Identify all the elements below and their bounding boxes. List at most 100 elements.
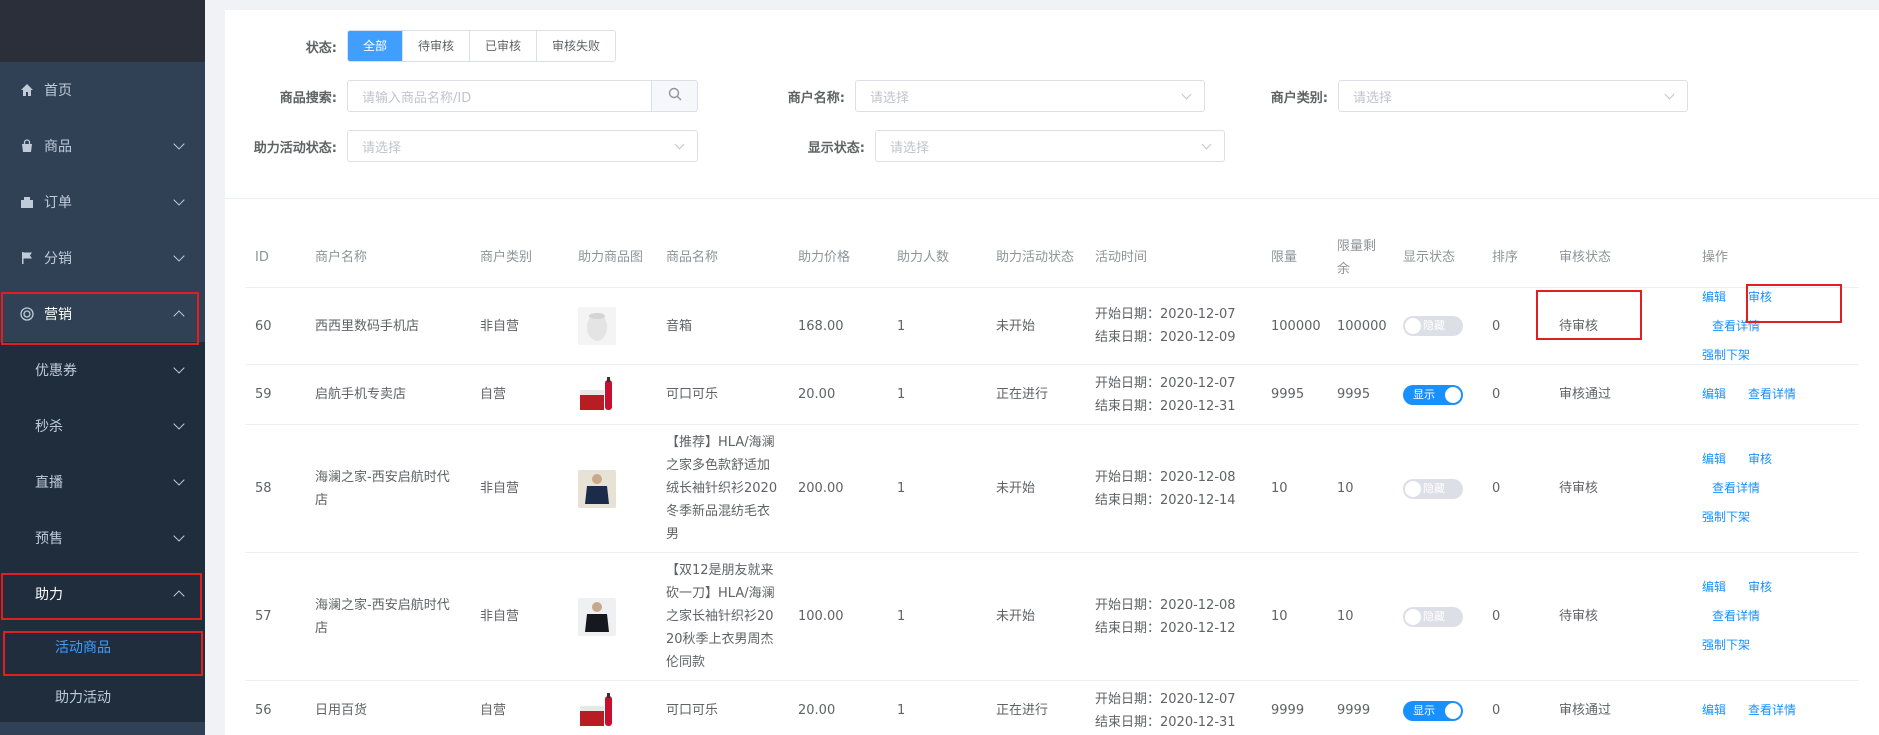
cell-audit-status: 待审核 [1559, 318, 1599, 334]
cell-remain: 10 [1337, 481, 1354, 496]
cell-limit: 100000 [1271, 318, 1321, 334]
force-delist-link[interactable]: 强制下架 [1702, 344, 1750, 367]
audit-link[interactable]: 审核 [1748, 286, 1772, 309]
cell-activity-status: 未开始 [996, 609, 1036, 624]
cell-product-name: 【双12是朋友就来砍一刀】HLA/海澜之家长袖针织衫2020秋季上衣男周杰伦同款 [666, 563, 775, 670]
sidebar-item-assist[interactable]: 助力 [0, 566, 205, 622]
product-thumbnail[interactable] [578, 597, 616, 636]
edit-link[interactable]: 编辑 [1702, 448, 1726, 471]
display-toggle[interactable]: 隐藏 [1403, 606, 1463, 627]
header-col-ops: 操作 [1702, 250, 1729, 265]
order-icon [20, 195, 34, 209]
display-toggle[interactable]: 显示 [1403, 384, 1463, 405]
sidebar-item-distribution[interactable]: 分销 [0, 230, 205, 286]
sidebar-item-live[interactable]: 直播 [0, 454, 205, 510]
cell-id: 58 [255, 481, 272, 496]
cell-sort: 0 [1492, 481, 1501, 496]
cell-sort: 0 [1492, 703, 1501, 718]
sidebar-item-activity-products[interactable]: 活动商品 [0, 622, 205, 672]
cell-price: 20.00 [798, 387, 836, 402]
sidebar-item-label: 直播 [35, 475, 63, 491]
force-delist-link[interactable]: 强制下架 [1702, 634, 1750, 657]
cell-merchant-type: 自营 [480, 387, 507, 402]
cell-activity-time: 开始日期：2020-12-08 结束日期：2020-12-12 [1085, 594, 1261, 640]
cell-ops: 编辑 查看详情 [1692, 699, 1860, 722]
chevron-down-icon [173, 362, 185, 374]
status-option-pending[interactable]: 待审核 [403, 31, 471, 61]
search-icon [668, 87, 682, 105]
cell-display-status: 显示 [1393, 384, 1482, 405]
view-details-link[interactable]: 查看详情 [1712, 477, 1760, 500]
display-toggle[interactable]: 显示 [1403, 700, 1463, 721]
sidebar-item-label: 助力 [35, 587, 63, 603]
product-thumbnail[interactable] [578, 469, 616, 508]
cell-image [568, 691, 656, 730]
audit-link[interactable]: 审核 [1748, 576, 1772, 599]
activity-status-select[interactable]: 请选择 [347, 130, 698, 162]
table-body: 60 西西里数码手机店 非自营 音箱 168.00 1 未开始 开始日期：2020-12-07… [245, 288, 1859, 735]
sidebar-item-label: 优惠券 [35, 363, 77, 379]
status-option-all[interactable]: 全部 [348, 31, 404, 61]
start-date: 开始日期：2020-12-08 [1095, 469, 1236, 485]
product-search-label: 商品搜索: [279, 90, 337, 106]
status-filter-row: 状态: 全部 待审核 已审核 审核失败 [225, 30, 617, 62]
header-col-merchant-type: 商户类别 [480, 250, 533, 265]
chevron-down-icon [1181, 89, 1192, 100]
cell-activity-status: 正在进行 [996, 703, 1049, 718]
sidebar-item-orders[interactable]: 订单 [0, 174, 205, 230]
sidebar-item-assist-activities[interactable]: 助力活动 [0, 672, 205, 722]
cell-image [568, 469, 656, 508]
display-status-select[interactable]: 请选择 [875, 130, 1225, 162]
toggle-knob [1405, 608, 1421, 625]
cell-activity-time: 开始日期：2020-12-07 结束日期：2020-12-09 [1085, 303, 1261, 349]
cell-display-status: 隐藏 [1393, 316, 1482, 336]
display-toggle-label: 隐藏 [1423, 319, 1445, 332]
sidebar-item-presale[interactable]: 预售 [0, 510, 205, 566]
toggle-knob [1405, 480, 1421, 497]
view-details-link[interactable]: 查看详情 [1748, 699, 1796, 722]
product-thumbnail[interactable] [578, 307, 616, 345]
sidebar-item-marketing[interactable]: 营销 [0, 286, 205, 342]
header-col-display: 显示状态 [1403, 250, 1456, 265]
cell-product-name: 【推荐】HLA/海澜之家多色款舒适加绒长袖针织衫2020冬季新品混纺毛衣男 [666, 435, 778, 542]
sidebar-item-home[interactable]: 首页 [0, 62, 205, 118]
merchant-name-select[interactable]: 请选择 [855, 80, 1205, 112]
cell-remain: 9999 [1337, 703, 1371, 718]
merchant-type-placeholder: 请选择 [1353, 90, 1393, 106]
end-date: 结束日期：2020-12-31 [1095, 398, 1236, 414]
display-toggle[interactable]: 隐藏 [1403, 316, 1463, 336]
status-option-approved[interactable]: 已审核 [470, 31, 538, 61]
cell-remain: 100000 [1337, 318, 1387, 334]
edit-link[interactable]: 编辑 [1702, 576, 1726, 599]
chevron-down-icon [173, 194, 185, 206]
display-toggle[interactable]: 隐藏 [1403, 478, 1463, 499]
view-details-link[interactable]: 查看详情 [1748, 383, 1796, 406]
sidebar-item-products[interactable]: 商品 [0, 118, 205, 174]
audit-link[interactable]: 审核 [1748, 448, 1772, 471]
edit-link[interactable]: 编辑 [1702, 699, 1726, 722]
merchant-type-select[interactable]: 请选择 [1338, 80, 1688, 112]
home-icon [20, 83, 34, 97]
cell-display-status: 隐藏 [1393, 606, 1482, 627]
chevron-down-icon [173, 530, 185, 542]
activity-products-table: ID 商户名称 商户类别 助力商品图 商品名称 助力价格 助力人数 助力活动状态 活动时间 限量 限… [245, 228, 1859, 735]
force-delist-link[interactable]: 强制下架 [1702, 506, 1750, 529]
status-option-failed[interactable]: 审核失败 [537, 31, 616, 61]
edit-link[interactable]: 编辑 [1702, 383, 1726, 406]
cell-sort: 0 [1492, 318, 1501, 334]
chevron-down-icon [674, 139, 685, 150]
sidebar-item-coupon[interactable]: 优惠券 [0, 342, 205, 398]
display-status-field: 显示状态: 请选择 [760, 130, 1225, 162]
product-search-input[interactable]: 请输入商品名称/ID [347, 80, 652, 112]
edit-link[interactable]: 编辑 [1702, 286, 1726, 309]
header-col-remain: 限量剩余 [1337, 238, 1377, 277]
product-thumbnail[interactable] [578, 375, 616, 414]
view-details-link[interactable]: 查看详情 [1712, 315, 1760, 338]
cell-activity-time: 开始日期：2020-12-08 结束日期：2020-12-14 [1085, 466, 1261, 512]
search-button[interactable] [652, 80, 698, 112]
product-thumbnail[interactable] [578, 691, 616, 730]
cell-audit-status: 审核通过 [1559, 703, 1612, 718]
view-details-link[interactable]: 查看详情 [1712, 605, 1760, 628]
sidebar-item-seckill[interactable]: 秒杀 [0, 398, 205, 454]
table-row: 57 海澜之家-西安启航时代店 非自营 【双12是朋友就来砍一刀】HLA/海澜之家长袖… [245, 553, 1859, 681]
